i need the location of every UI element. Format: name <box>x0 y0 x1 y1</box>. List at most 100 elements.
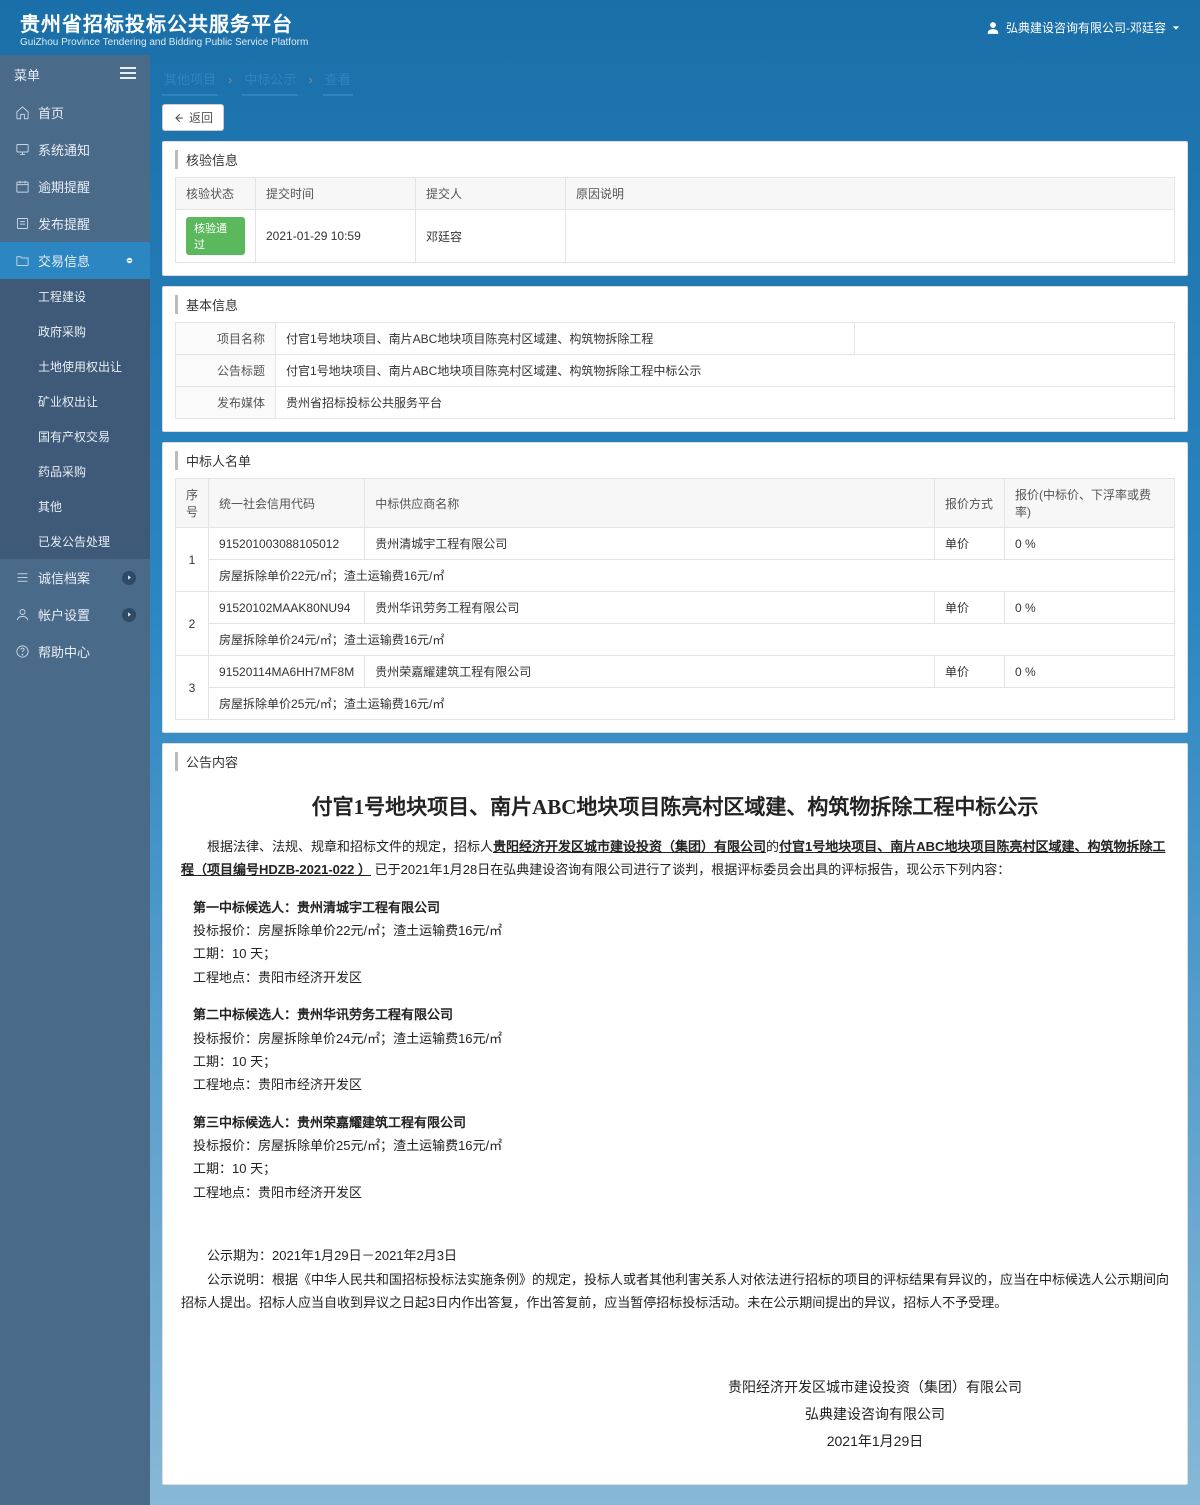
notice-explain: 公示说明：根据《中华人民共和国招标投标法实施条例》的规定，投标人或者其他利害关系… <box>181 1268 1169 1315</box>
hamburger-icon[interactable] <box>120 67 136 82</box>
basic-table: 项目名称 付官1号地块项目、南片ABC地块项目陈亮村区域建、构筑物拆除工程 公告… <box>175 322 1175 419</box>
sidebar-label: 系统通知 <box>38 140 90 159</box>
verify-col-time: 提交时间 <box>256 178 416 210</box>
bidders-col-price: 报价(中标价、下浮率或费率) <box>1005 479 1175 528</box>
sidebar-sub-label: 政府采购 <box>38 323 86 340</box>
bidder-detail: 房屋拆除单价22元/㎡；渣土运输费16元/㎡ <box>209 560 1175 592</box>
breadcrumb-item[interactable]: 查看 <box>323 63 353 96</box>
verify-col-status: 核验状态 <box>176 178 256 210</box>
candidate-rank: 第二中标候选人：贵州华讯劳务工程有限公司 <box>193 1003 1169 1026</box>
candidate-block: 第一中标候选人：贵州清城宇工程有限公司 投标报价：房屋拆除单价22元/㎡；渣土运… <box>193 896 1169 990</box>
table-row: 3 91520114MA6HH7MF8M 贵州荣嘉耀建筑工程有限公司 单价 0 … <box>176 656 1175 688</box>
notice-intro: 根据法律、法规、规章和招标文件的规定，招标人贵阳经济开发区城市建设投资（集团）有… <box>181 835 1169 882</box>
verify-reason <box>566 210 1175 263</box>
basic-v-project: 付官1号地块项目、南片ABC地块项目陈亮村区域建、构筑物拆除工程 <box>276 323 855 355</box>
sidebar-sub-gov-procure[interactable]: 政府采购 <box>0 314 150 349</box>
bidder-name: 贵州荣嘉耀建筑工程有限公司 <box>365 656 935 688</box>
basic-k-notice: 公告标题 <box>176 355 276 387</box>
sidebar-sub-label: 药品采购 <box>38 463 86 480</box>
bidder-price: 0 % <box>1005 528 1175 560</box>
basic-panel: 基本信息 项目名称 付官1号地块项目、南片ABC地块项目陈亮村区域建、构筑物拆除… <box>162 286 1188 432</box>
sidebar-item-account[interactable]: 帐户设置 <box>0 596 150 633</box>
sidebar: 菜单 首页 系统通知 逾期提醒 发布提醒 交易信息 <box>0 55 150 1505</box>
sidebar-label: 交易信息 <box>38 251 90 270</box>
sidebar-item-credit[interactable]: 诚信档案 <box>0 559 150 596</box>
verify-panel-title: 核验信息 <box>175 150 1175 169</box>
sidebar-sub-label: 已发公告处理 <box>38 533 110 550</box>
status-badge: 核验通过 <box>186 217 245 255</box>
sidebar-item-trade-info[interactable]: 交易信息 <box>0 242 150 279</box>
sidebar-sub-mining[interactable]: 矿业权出让 <box>0 384 150 419</box>
sidebar-submenu: 工程建设 政府采购 土地使用权出让 矿业权出让 国有产权交易 药品采购 其他 已… <box>0 279 150 559</box>
sidebar-label: 逾期提醒 <box>38 177 90 196</box>
sidebar-sub-land[interactable]: 土地使用权出让 <box>0 349 150 384</box>
bidders-panel: 中标人名单 序号 统一社会信用代码 中标供应商名称 报价方式 报价(中标价、下浮… <box>162 442 1188 733</box>
bidder-detail: 房屋拆除单价25元/㎡；渣土运输费16元/㎡ <box>209 688 1175 720</box>
bidder-price: 0 % <box>1005 592 1175 624</box>
sidebar-item-help[interactable]: 帮助中心 <box>0 633 150 670</box>
sidebar-menu-header: 菜单 <box>0 55 150 94</box>
bidder-detail: 房屋拆除单价24元/㎡；渣土运输费16元/㎡ <box>209 624 1175 656</box>
bidder-name: 贵州华讯劳务工程有限公司 <box>365 592 935 624</box>
logo: 贵州省招标投标公共服务平台 GuiZhou Province Tendering… <box>20 8 308 48</box>
verify-col-reason: 原因说明 <box>566 178 1175 210</box>
chevron-collapse-icon[interactable] <box>122 254 136 268</box>
candidate-rank: 第一中标候选人：贵州清城宇工程有限公司 <box>193 896 1169 919</box>
sidebar-item-home[interactable]: 首页 <box>0 94 150 131</box>
breadcrumb-sep: › <box>308 72 312 87</box>
sidebar-label: 帐户设置 <box>38 605 90 624</box>
bell-icon <box>14 216 30 232</box>
candidate-duration: 工期：10 天； <box>193 942 1169 965</box>
breadcrumb: 其他项目 › 中标公示 › 查看 <box>162 63 1188 96</box>
logo-title-zh: 贵州省招标投标公共服务平台 <box>20 8 308 37</box>
sidebar-sub-other[interactable]: 其他 <box>0 489 150 524</box>
sidebar-sub-label: 其他 <box>38 498 62 515</box>
table-row: 核验通过 2021-01-29 10:59 邓廷容 <box>176 210 1175 263</box>
basic-k-project: 项目名称 <box>176 323 276 355</box>
back-button[interactable]: 返回 <box>162 104 224 131</box>
breadcrumb-item[interactable]: 中标公示 <box>242 63 298 96</box>
app-header: 贵州省招标投标公共服务平台 GuiZhou Province Tendering… <box>0 0 1200 55</box>
candidate-location: 工程地点：贵阳市经济开发区 <box>193 1181 1169 1204</box>
sidebar-sub-construction[interactable]: 工程建设 <box>0 279 150 314</box>
candidate-block: 第三中标候选人：贵州荣嘉耀建筑工程有限公司 投标报价：房屋拆除单价25元/㎡；渣… <box>193 1111 1169 1205</box>
candidate-location: 工程地点：贵阳市经济开发区 <box>193 1073 1169 1096</box>
candidate-duration: 工期：10 天； <box>193 1050 1169 1073</box>
sidebar-sub-medicine[interactable]: 药品采购 <box>0 454 150 489</box>
calendar-icon <box>14 179 30 195</box>
sidebar-menu-label: 菜单 <box>14 65 40 84</box>
sidebar-item-overdue[interactable]: 逾期提醒 <box>0 168 150 205</box>
candidate-duration: 工期：10 天； <box>193 1157 1169 1180</box>
sidebar-item-publish-remind[interactable]: 发布提醒 <box>0 205 150 242</box>
user-icon <box>14 607 30 623</box>
notice-period: 公示期为：2021年1月29日－2021年2月3日 <box>181 1244 1169 1267</box>
verify-col-submitter: 提交人 <box>416 178 566 210</box>
verify-panel: 核验信息 核验状态 提交时间 提交人 原因说明 核验通过 2021-01-29 … <box>162 141 1188 276</box>
verify-table: 核验状态 提交时间 提交人 原因说明 核验通过 2021-01-29 10:59… <box>175 177 1175 263</box>
bidder-code: 91520102MAAK80NU94 <box>209 592 365 624</box>
user-menu[interactable]: 弘典建设咨询有限公司-邓廷容 <box>986 19 1180 36</box>
sidebar-item-system-notice[interactable]: 系统通知 <box>0 131 150 168</box>
verify-time: 2021-01-29 10:59 <box>256 210 416 263</box>
bidder-name: 贵州清城宇工程有限公司 <box>365 528 935 560</box>
sign-line: 贵阳经济开发区城市建设投资（集团）有限公司 <box>581 1374 1169 1401</box>
logo-title-en: GuiZhou Province Tendering and Bidding P… <box>20 37 308 48</box>
sidebar-label: 诚信档案 <box>38 568 90 587</box>
sidebar-sub-property[interactable]: 国有产权交易 <box>0 419 150 454</box>
sidebar-sub-label: 国有产权交易 <box>38 428 110 445</box>
bidder-method: 单价 <box>935 656 1005 688</box>
sidebar-label: 发布提醒 <box>38 214 90 233</box>
basic-v-media: 贵州省招标投标公共服务平台 <box>276 387 1175 419</box>
basic-v-notice: 付官1号地块项目、南片ABC地块项目陈亮村区域建、构筑物拆除工程中标公示 <box>276 355 1175 387</box>
chevron-down-icon <box>1172 21 1180 35</box>
basic-panel-title: 基本信息 <box>175 295 1175 314</box>
notice-section-title: 公告内容 <box>175 752 1175 771</box>
notice-intro-pre: 根据法律、法规、规章和招标文件的规定，招标人 <box>207 839 493 854</box>
bidder-method: 单价 <box>935 528 1005 560</box>
candidate-price: 投标报价：房屋拆除单价22元/㎡；渣土运输费16元/㎡ <box>193 919 1169 942</box>
sidebar-sub-published[interactable]: 已发公告处理 <box>0 524 150 559</box>
sidebar-sub-label: 矿业权出让 <box>38 393 98 410</box>
bidder-code: 91520114MA6HH7MF8M <box>209 656 365 688</box>
breadcrumb-item[interactable]: 其他项目 <box>162 63 218 96</box>
sign-line: 弘典建设咨询有限公司 <box>581 1401 1169 1428</box>
